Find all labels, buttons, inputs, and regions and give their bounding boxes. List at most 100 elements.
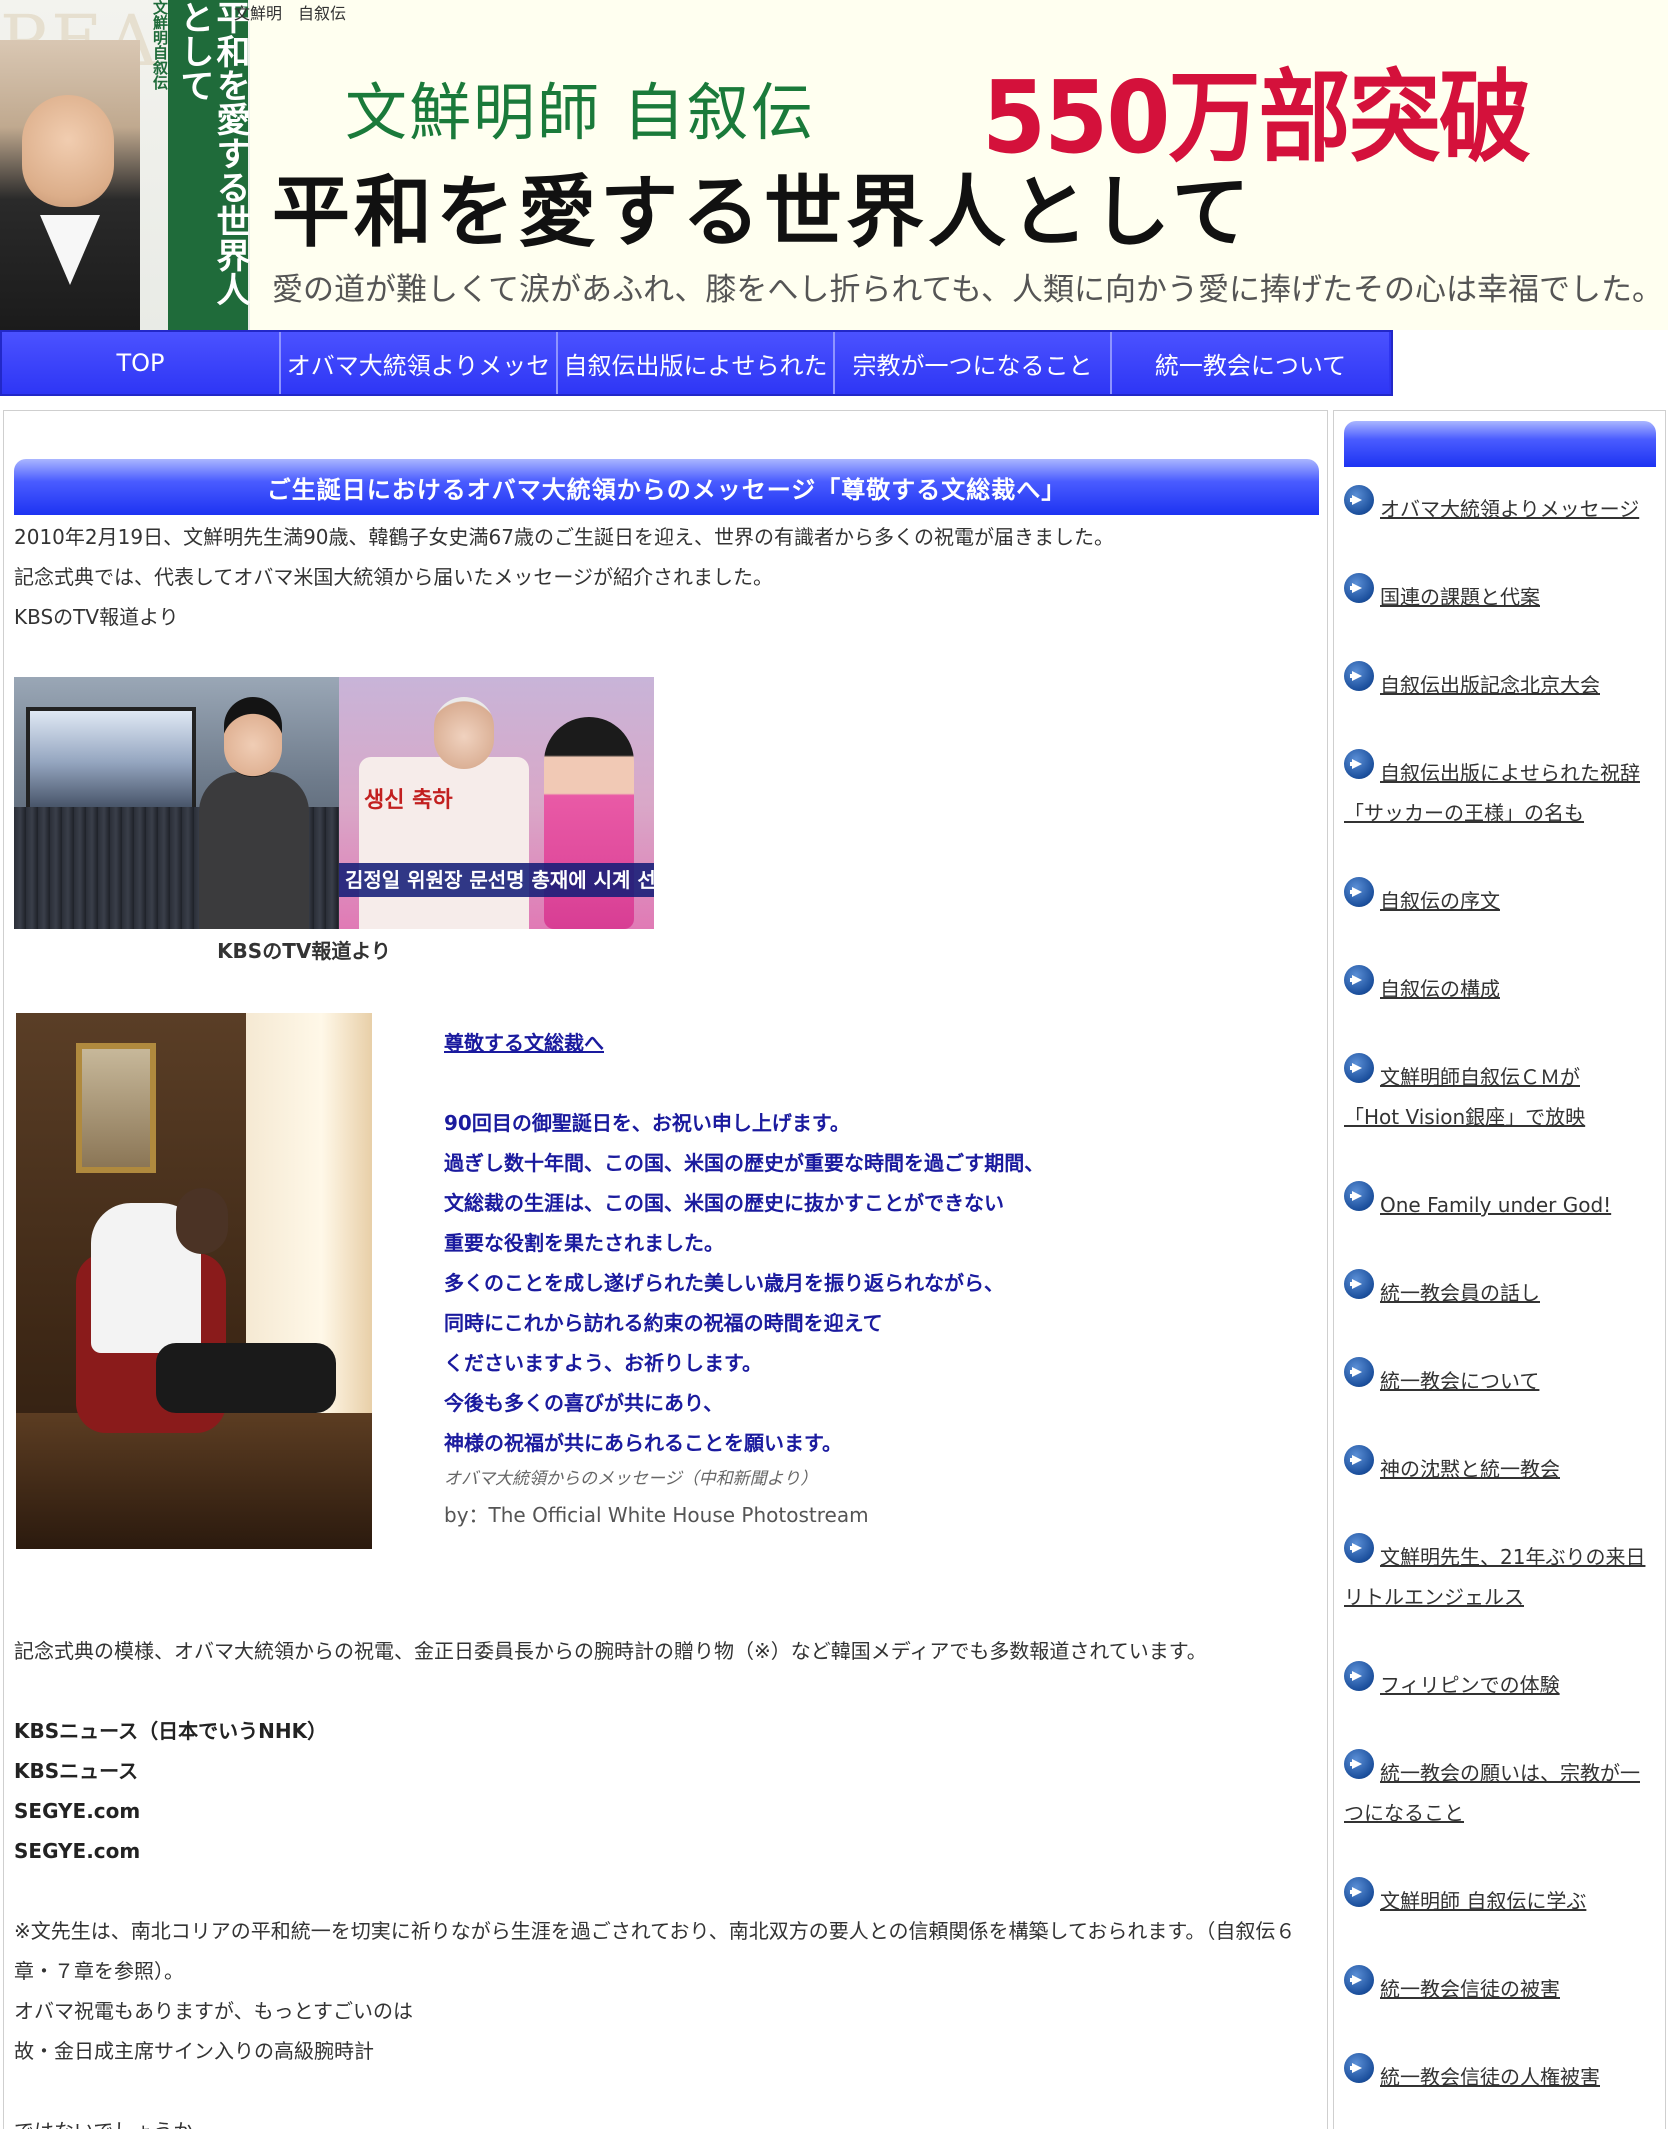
message-title-link[interactable]: 尊敬する文総裁へ	[444, 1023, 1304, 1063]
kbs-lady-figure	[544, 717, 634, 929]
sidebar-item-member-stories[interactable]: 統一教会員の話し	[1344, 1269, 1659, 1313]
photo-floor	[16, 1413, 372, 1549]
message-line: 同時にこれから訪れる約束の祝福の時間を迎えて	[444, 1311, 883, 1335]
portrait-collar	[40, 215, 100, 285]
note-line-1: ※文先生は、南北コリアの平和統一を切実に祈りながら生涯を過ごされており、南北双方…	[14, 1919, 1296, 1943]
kbs-news-link-nhk[interactable]: KBSニュース（日本でいうNHK）	[14, 1711, 327, 1751]
sidebar-item-label: 自叙伝の構成	[1380, 977, 1500, 1001]
nav-item-obama-message[interactable]: オバマ大統領よりメッセ	[281, 332, 558, 394]
nav-item-about-unification-church[interactable]: 統一教会について	[1112, 332, 1389, 394]
sidebar-item-preface[interactable]: 自叙伝の序文	[1344, 877, 1659, 921]
book-spine-title: 平和を愛する世界人として	[174, 0, 250, 306]
message-line: 過ぎし数十年間、この国、米国の歴史が重要な時間を過ごす期間、	[444, 1151, 1045, 1175]
sidebar-item-label: One Family under God!	[1380, 1193, 1612, 1217]
sidebar-item-un-issues[interactable]: 国連の課題と代案	[1344, 573, 1659, 617]
note-line-2: 章・７章を参照）。	[14, 1959, 184, 1983]
obama-phone-photo	[16, 1013, 372, 1549]
kbs-anchor-head	[224, 697, 282, 777]
segye-link-2[interactable]: SEGYE.com	[14, 1831, 140, 1871]
sidebar-item-cm-ginza[interactable]: 文鮮明師自叙伝ＣＭが 「Hot Vision銀座」で放映	[1344, 1053, 1659, 1137]
kbs-studio-screen	[26, 707, 196, 817]
sidebar-item-structure[interactable]: 自叙伝の構成	[1344, 965, 1659, 1009]
photo-wall-painting	[76, 1043, 156, 1173]
sidebar-item-label: 自叙伝の序文	[1380, 889, 1500, 913]
nav-item-religions-unite[interactable]: 宗教が一つになること	[835, 332, 1112, 394]
message-line: 90回目の御聖誕日を、お祝い申し上げます。	[444, 1111, 850, 1135]
sidebar-item-silence-of-god[interactable]: 神の沈黙と統一教会	[1344, 1445, 1659, 1489]
sidebar-item-label: 文鮮明師自叙伝ＣＭが	[1380, 1065, 1580, 1089]
sidebar-item-about-church[interactable]: 統一教会について	[1344, 1357, 1659, 1401]
arrow-right-circle-icon	[1344, 1053, 1374, 1083]
message-line: 文総裁の生涯は、この国、米国の歴史に抜かすことができない	[444, 1191, 1004, 1215]
sidebar-item-label: フィリピンでの体験	[1380, 1673, 1560, 1697]
arrow-right-circle-icon	[1344, 1269, 1374, 1299]
sidebar-item-obama-message[interactable]: オバマ大統領よりメッセージ	[1344, 485, 1659, 529]
photo-credit: by：The Official White House Photostream	[444, 1503, 869, 1527]
intro-paragraph-3: KBSのTV報道より	[14, 605, 179, 629]
sidebar-item-label-line2: リトルエンジェルス	[1344, 1585, 1524, 1609]
portrait-face	[22, 95, 114, 207]
sidebar-item-label: 文鮮明先生、21年ぶりの来日	[1380, 1545, 1646, 1569]
arrow-right-circle-icon	[1344, 1877, 1374, 1907]
arrow-right-circle-icon	[1344, 573, 1374, 603]
site-header: PEA 文鮮明自叙伝 平和を愛する世界人として 文鮮明 自叙伝 文鮮明師 自叙伝…	[0, 0, 1668, 330]
sidebar-item-label-line2: 「サッカーの王様」の名も	[1344, 801, 1584, 825]
birthday-cake	[359, 757, 529, 929]
summary-paragraph: 記念式典の模様、オバマ大統領からの祝電、金正日委員長からの腕時計の贈り物（※）な…	[14, 1639, 1207, 1663]
sidebar-item-label: 統一教会信徒の人権被害	[1380, 2065, 1600, 2089]
arrow-right-circle-icon	[1344, 1533, 1374, 1563]
arrow-right-circle-icon	[1344, 1661, 1374, 1691]
sidebar-item-label: 自叙伝出版によせられた祝辞	[1380, 761, 1640, 785]
intro-paragraph-2: 記念式典では、代表してオバマ米国大統領から届いたメッセージが紹介されました。	[14, 565, 773, 589]
sidebar-item-church-wish[interactable]: 統一教会の願いは、宗教が一 つになること	[1344, 1749, 1659, 1833]
sidebar-item-label: 神の沈黙と統一教会	[1380, 1457, 1560, 1481]
message-line: 多くのことを成し遂げられた美しい歳月を振り返られながら、	[444, 1271, 1004, 1295]
sidebar-item-japan-visit[interactable]: 文鮮明先生、21年ぶりの来日 リトルエンジェルス	[1344, 1533, 1659, 1617]
sidebar-item-label: 統一教会信徒の被害	[1380, 1977, 1560, 2001]
sidebar-item-label: オバマ大統領よりメッセージ	[1380, 497, 1640, 521]
sidebar-item-label: 国連の課題と代案	[1380, 585, 1540, 609]
sidebar-item-label: 統一教会員の話し	[1380, 1281, 1540, 1305]
banner-title: 文鮮明師 自叙伝	[345, 76, 815, 149]
arrow-right-circle-icon	[1344, 965, 1374, 995]
arrow-right-circle-icon	[1344, 1181, 1374, 1211]
nav-item-autobiography-publication[interactable]: 自叙伝出版によせられた	[558, 332, 835, 394]
nav-item-top[interactable]: TOP	[2, 332, 281, 394]
sidebar-heading	[1344, 421, 1656, 467]
kbs-studio-panel	[14, 677, 339, 929]
sidebar-item-label-line2: つになること	[1344, 1801, 1464, 1825]
message-line: 重要な役割を果たされました。	[444, 1231, 724, 1255]
obama-message: 尊敬する文総裁へ 90回目の御聖誕日を、お祝い申し上げます。 過ぎし数十年間、こ…	[444, 1023, 1304, 1535]
sidebar-item-label-line2: 「Hot Vision銀座」で放映	[1344, 1105, 1586, 1129]
banner-subtitle: 愛の道が難しくて涙があふれ、膝をへし折られても、人類に向かう愛に捧げたその心は幸…	[272, 272, 1663, 308]
segye-link-1[interactable]: SEGYE.com	[14, 1791, 140, 1831]
arrow-right-circle-icon	[1344, 1445, 1374, 1475]
arrow-right-circle-icon	[1344, 1965, 1374, 1995]
book-cover-image: PEA 文鮮明自叙伝 平和を愛する世界人として	[0, 0, 250, 330]
kbs-news-image: 생신 축하 김정일 위원장 문선명 총재에 시계 선물	[14, 677, 654, 929]
sidebar-item-one-family[interactable]: One Family under God!	[1344, 1181, 1659, 1225]
sidebar-item-member-damage[interactable]: 統一教会信徒の被害	[1344, 1965, 1659, 2009]
kbs-news-link[interactable]: KBSニュース	[14, 1751, 138, 1791]
photo-person-head	[176, 1188, 228, 1254]
sidebar-item-label: 統一教会の願いは、宗教が一	[1380, 1761, 1640, 1785]
arrow-right-circle-icon	[1344, 2053, 1374, 2083]
sidebar-item-learn-autobiography[interactable]: 文鮮明師 自叙伝に学ぶ	[1344, 1877, 1659, 1921]
intro-paragraph-1: 2010年2月19日、文鮮明先生満90歳、韓鶴子女史満67歳のご生誕日を迎え、世…	[14, 525, 1114, 549]
closing-line: ではないでしょうか	[14, 2111, 193, 2129]
main-content: ご生誕日におけるオバマ大統領からのメッセージ「尊敬する文総裁へ」 2010年2月…	[3, 410, 1328, 2129]
birthday-cake-text: 생신 축하	[364, 788, 453, 813]
sidebar-item-congratulations[interactable]: 自叙伝出版によせられた祝辞 「サッカーの王様」の名も	[1344, 749, 1659, 833]
kbs-news-ticker: 김정일 위원장 문선명 총재에 시계 선물	[339, 863, 654, 897]
arrow-right-circle-icon	[1344, 1357, 1374, 1387]
arrow-right-circle-icon	[1344, 485, 1374, 515]
book-author-portrait	[0, 40, 140, 330]
note-line-3: オバマ祝電もありますが、もっとすごいのは	[14, 1999, 413, 2023]
sidebar-item-beijing-event[interactable]: 自叙伝出版記念北京大会	[1344, 661, 1659, 705]
photo-person-legs	[156, 1343, 336, 1413]
message-line: 今後も多くの喜びが共にあり、	[444, 1391, 724, 1415]
sidebar-item-philippines[interactable]: フィリピンでの体験	[1344, 1661, 1659, 1705]
sidebar-item-human-rights[interactable]: 統一教会信徒の人権被害	[1344, 2053, 1659, 2097]
main-nav: TOP オバマ大統領よりメッセ 自叙伝出版によせられた 宗教が一つになること 統…	[0, 330, 1393, 396]
